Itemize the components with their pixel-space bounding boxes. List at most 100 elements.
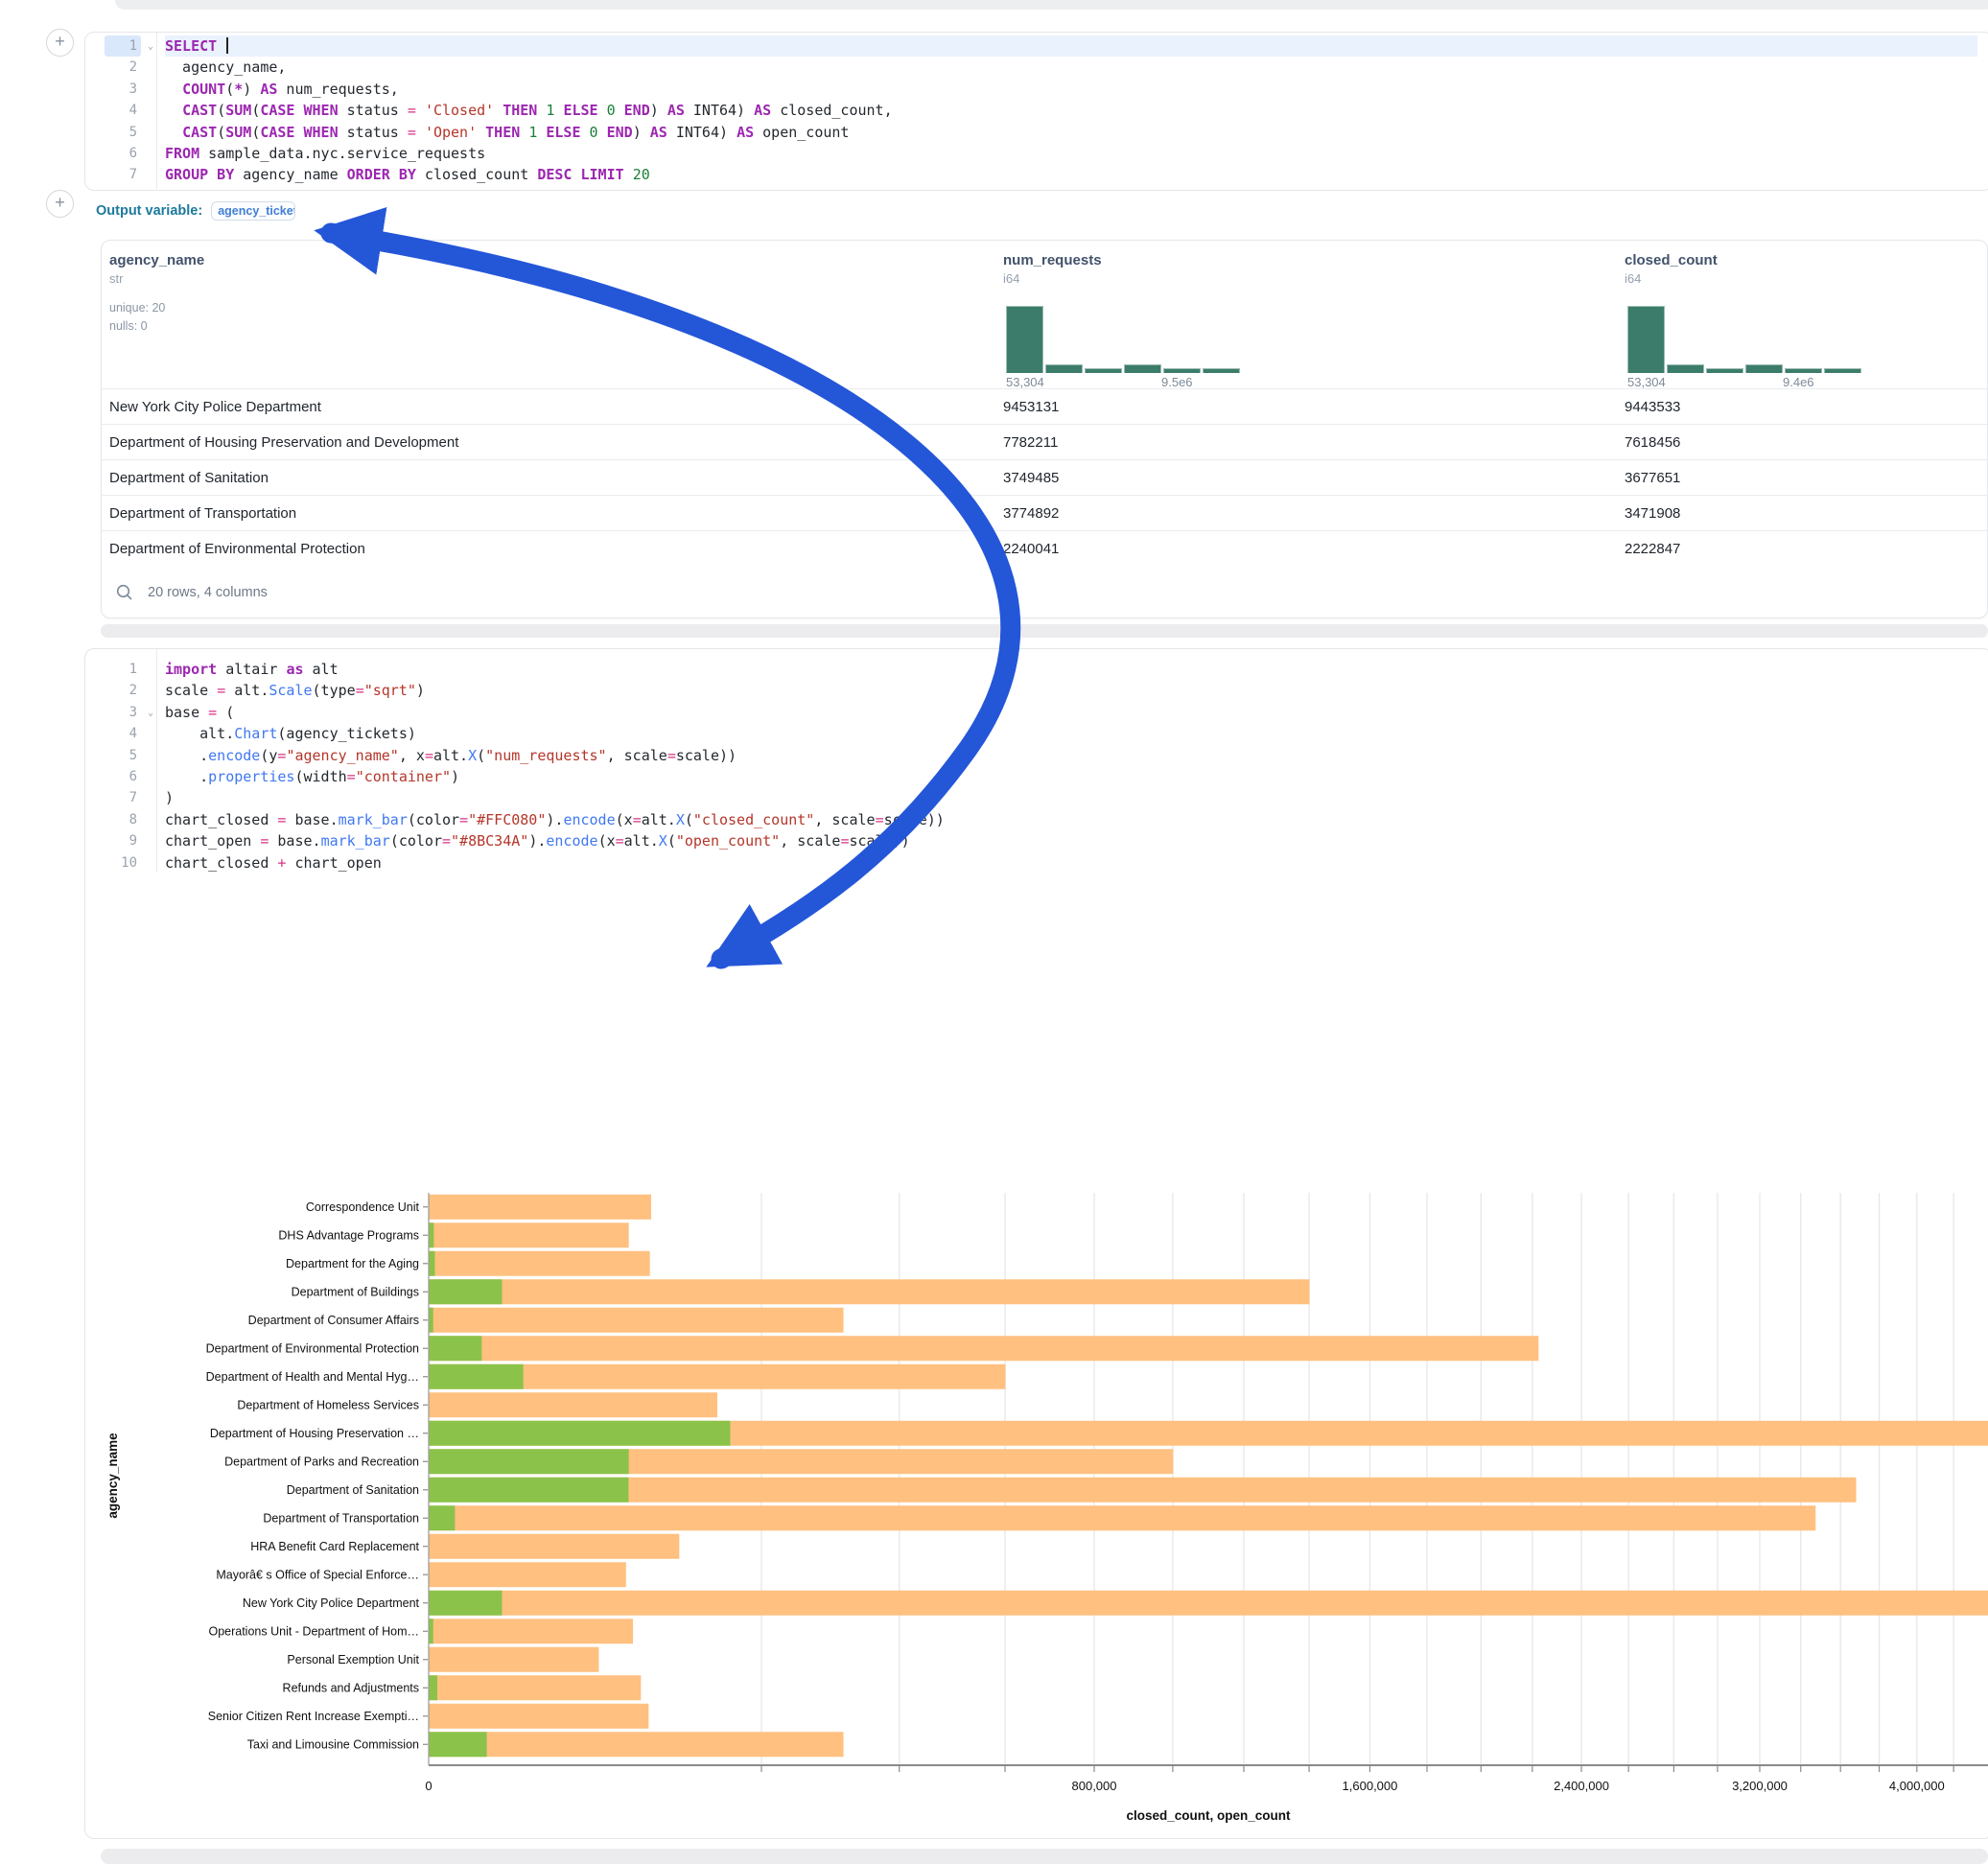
table-cell-num-requests: 3749485: [1003, 460, 1059, 496]
column-name: closed_count: [1625, 252, 1988, 268]
code-line: import altair as alt: [165, 659, 1977, 680]
code-line: GROUP BY agency_name ORDER BY closed_cou…: [165, 164, 1977, 185]
histogram-bin: [1785, 368, 1822, 373]
chart-category-label: HRA Benefit Card Replacement: [250, 1540, 419, 1553]
histogram-min-label: 53,304: [1006, 375, 1044, 389]
table-cell-num-requests: 2240041: [1003, 531, 1059, 567]
python-line-numbers: 123⌄45678910: [105, 659, 141, 874]
code-line: scale = alt.Scale(type="sqrt"): [165, 680, 1977, 701]
table-row: Department of Housing Preservation and D…: [102, 424, 1987, 459]
table-footer: 20 rows, 4 columns: [115, 583, 268, 602]
table-cell-closed-count: 3471908: [1625, 496, 1680, 531]
code-line: chart_open = base.mark_bar(color="#8BC34…: [165, 830, 1977, 851]
table-cell-agency-name: Department of Housing Preservation and D…: [109, 425, 458, 460]
table-cell-agency-name: New York City Police Department: [109, 389, 321, 425]
chart-category-label: Department of Homeless Services: [237, 1398, 419, 1411]
histogram-bin: [1745, 364, 1783, 373]
chart-category-label: Department for the Aging: [286, 1257, 419, 1270]
line-number: 3⌄: [105, 702, 141, 723]
table-cell-closed-count: 9443533: [1625, 389, 1680, 425]
chart-x-tick-label: 0: [425, 1779, 432, 1793]
chart-category-label: Department of Health and Mental Hyg…: [206, 1370, 419, 1384]
gutter-separator: [156, 33, 157, 189]
table-row: Department of Environmental Protection 22…: [102, 530, 1987, 566]
code-line: SELECT: [165, 35, 1977, 57]
chart-category-label: Operations Unit - Department of Hom…: [208, 1624, 419, 1638]
table-cell-closed-count: 7618456: [1625, 425, 1680, 460]
column-header-closed-count[interactable]: closed_count i64: [1625, 252, 1988, 286]
chart-x-tick-label: 2,400,000: [1554, 1779, 1609, 1793]
table-row: Department of Transportation377489234719…: [102, 495, 1987, 530]
altair-bar-chart: Correspondence UnitDHS Advantage Program…: [0, 1179, 1988, 1831]
chart-category-label: Department of Parks and Recreation: [224, 1455, 419, 1468]
table-cell-agency-name: Department of Environmental Protection: [109, 531, 365, 567]
line-number: 4: [105, 723, 141, 744]
chart-category-label: Department of Consumer Affairs: [248, 1314, 419, 1327]
sql-code-editor[interactable]: SELECT agency_name, COUNT(*) AS num_requ…: [165, 35, 1977, 186]
line-number: 6: [105, 766, 141, 787]
line-number: 7: [105, 164, 141, 185]
table-row: New York City Police Department945313194…: [102, 388, 1987, 424]
code-line: agency_name,: [165, 57, 1977, 78]
chart-category-label: Mayorâ€ s Office of Special Enforce…: [216, 1568, 419, 1581]
chart-x-tick-label: 800,000: [1072, 1779, 1117, 1793]
column-null-count: nulls: 0: [109, 317, 685, 336]
chart-category-label: Correspondence Unit: [306, 1200, 420, 1214]
output-variable-pill[interactable]: agency_tickets: [211, 201, 295, 221]
gutter-separator: [156, 649, 157, 872]
chart-category-label: Department of Environmental Protection: [206, 1341, 419, 1355]
python-code-editor[interactable]: import altair as altscale = alt.Scale(ty…: [165, 659, 1977, 874]
histogram-bin: [1085, 368, 1122, 373]
chart-x-tick-label: 4,000,000: [1889, 1779, 1945, 1793]
column-header-num-requests[interactable]: num_requests i64: [1003, 252, 1387, 286]
dataframe-preview: agency_name str unique: 20 nulls: 0 num_…: [101, 240, 1988, 618]
histogram-bin: [1627, 306, 1665, 373]
column-name: agency_name: [109, 252, 685, 268]
add-cell-button-middle[interactable]: +: [46, 190, 74, 218]
text-cursor: [226, 37, 228, 54]
line-number: 1⌄: [105, 35, 141, 57]
column-header-agency-name[interactable]: agency_name str unique: 20 nulls: 0: [109, 252, 685, 336]
table-cell-agency-name: Department of Transportation: [109, 496, 296, 531]
chart-y-axis-title: agency_name: [105, 1433, 120, 1519]
histogram-bin: [1124, 364, 1161, 373]
search-icon[interactable]: [115, 583, 134, 602]
table-horizontal-scrollbar[interactable]: [101, 624, 1988, 638]
collapse-chevron-icon[interactable]: ⌄: [148, 703, 153, 724]
output-variable-row: Output variable: agency_tickets: [96, 198, 295, 224]
closed-count-histogram: [1627, 306, 1861, 373]
column-type: i64: [1003, 271, 1387, 286]
line-number: 8: [105, 809, 141, 830]
line-number: 10: [105, 852, 141, 874]
chart-category-label: Refunds and Adjustments: [283, 1681, 419, 1694]
sql-cell[interactable]: 1⌄234567 SELECT agency_name, COUNT(*) AS…: [84, 32, 1988, 191]
column-unique-count: unique: 20: [109, 299, 685, 317]
page-bottom-scrollbar[interactable]: [101, 1849, 1988, 1864]
line-number: 3: [105, 79, 141, 100]
code-line: COUNT(*) AS num_requests,: [165, 79, 1977, 100]
code-line: chart_closed = base.mark_bar(color="#FFC…: [165, 809, 1977, 830]
chart-category-label: Taxi and Limousine Commission: [247, 1737, 419, 1751]
column-type: str: [109, 271, 685, 286]
histogram-bin: [1203, 368, 1240, 373]
histogram-max-label: 9.4e6: [1783, 375, 1814, 389]
table-cell-closed-count: 3677651: [1625, 460, 1680, 496]
chart-category-label: Personal Exemption Unit: [287, 1653, 419, 1666]
histogram-bin: [1163, 368, 1201, 373]
row-count-label: 20 rows, 4 columns: [148, 585, 268, 600]
line-number: 7: [105, 787, 141, 808]
chart-x-tick-label: 1,600,000: [1343, 1779, 1398, 1793]
line-number: 4: [105, 100, 141, 121]
column-name: num_requests: [1003, 252, 1387, 268]
previous-cell-edge: [115, 0, 1988, 10]
add-cell-button-top[interactable]: +: [46, 29, 74, 57]
histogram-max-label: 9.5e6: [1161, 375, 1193, 389]
code-line: .properties(width="container"): [165, 766, 1977, 787]
histogram-bin: [1006, 306, 1043, 373]
collapse-chevron-icon[interactable]: ⌄: [148, 36, 153, 58]
code-line: chart_closed + chart_open: [165, 852, 1977, 874]
table-cell-closed-count: 2222847: [1625, 531, 1680, 567]
num-requests-histogram: [1006, 306, 1240, 373]
chart-x-tick-label: 3,200,000: [1732, 1779, 1788, 1793]
chart-category-label: Senior Citizen Rent Increase Exempti…: [208, 1710, 419, 1723]
